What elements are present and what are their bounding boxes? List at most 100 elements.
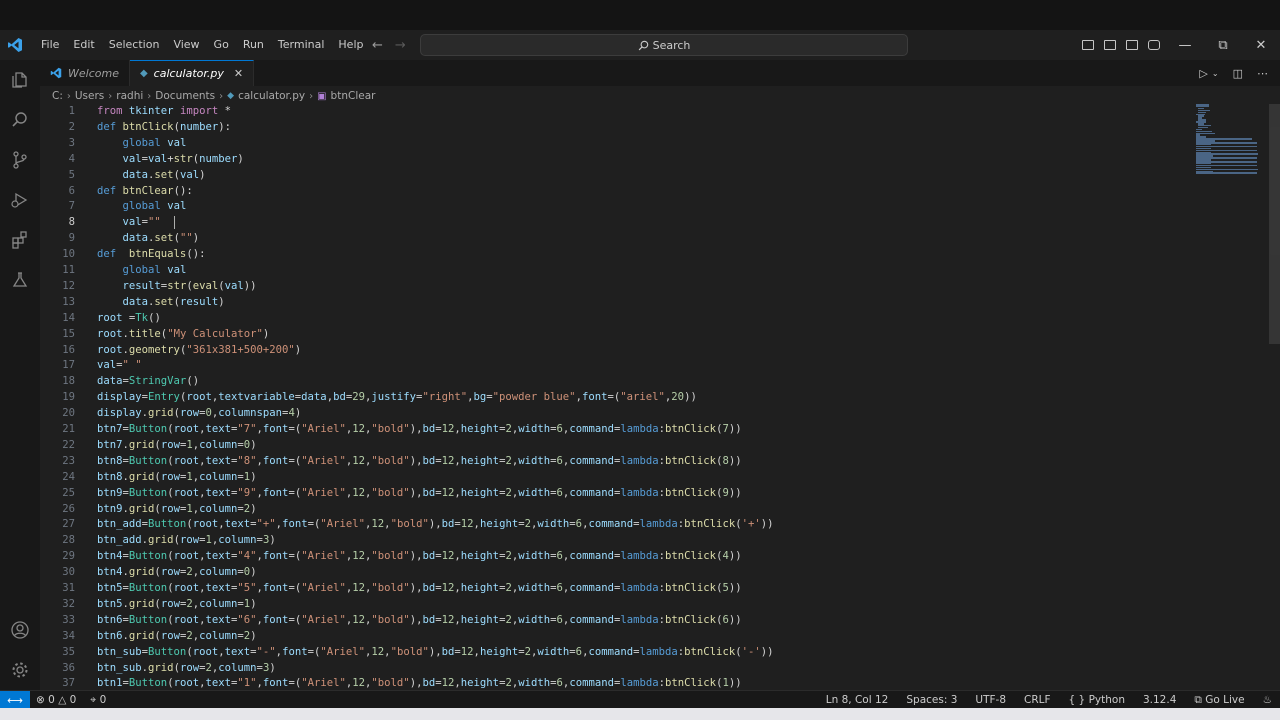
code-line[interactable]: 10 def btnEquals(): xyxy=(40,247,1190,263)
menu-edit[interactable]: Edit xyxy=(66,30,101,60)
tab-label: calculator.py xyxy=(153,67,224,80)
extensions-icon[interactable] xyxy=(0,220,40,260)
line-number: 24 xyxy=(62,470,75,483)
cursor-position[interactable]: Ln 8, Col 12 xyxy=(826,694,889,706)
code-line[interactable]: 16 root.geometry("361x381+500+200") xyxy=(40,343,1190,359)
more-actions-icon[interactable]: ⋯ xyxy=(1257,67,1268,80)
notifications-bell-icon[interactable]: ♨ xyxy=(1263,694,1272,706)
code-line[interactable]: 34 btn6.grid(row=2,column=2) xyxy=(40,629,1190,645)
split-editor-icon[interactable]: ◫ xyxy=(1233,67,1243,80)
indentation[interactable]: Spaces: 3 xyxy=(906,694,957,706)
code-line[interactable]: 35 btn_sub=Button(root,text="-",font=("Ar… xyxy=(40,645,1190,661)
code-line[interactable]: 13 data.set(result) xyxy=(40,295,1190,311)
run-dropdown-chevron-icon[interactable]: ⌄ xyxy=(1212,69,1219,78)
code-line[interactable]: 2 def btnClick(number): xyxy=(40,120,1190,136)
settings-gear-icon[interactable] xyxy=(0,650,40,690)
customize-layout-icon[interactable] xyxy=(1148,40,1160,50)
code-line[interactable]: 26 btn9.grid(row=1,column=2) xyxy=(40,502,1190,518)
accounts-icon[interactable] xyxy=(0,610,40,650)
explorer-icon[interactable] xyxy=(0,60,40,100)
braces-icon: { } xyxy=(1068,694,1086,706)
code-line[interactable]: 36 btn_sub.grid(row=2,column=3) xyxy=(40,661,1190,677)
problems-indicator[interactable]: ⊗ 0 △ 0 xyxy=(36,694,76,706)
python-version[interactable]: 3.12.4 xyxy=(1143,694,1176,706)
menu-help[interactable]: Help xyxy=(331,30,370,60)
forward-arrow-icon[interactable]: → xyxy=(395,38,406,53)
code-line[interactable]: 6 def btnClear(): xyxy=(40,184,1190,200)
code-line[interactable]: 14 root =Tk() xyxy=(40,311,1190,327)
source-control-icon[interactable] xyxy=(0,140,40,180)
breadcrumb-item[interactable]: btnClear xyxy=(331,90,376,102)
code-line[interactable]: 24 btn8.grid(row=1,column=1) xyxy=(40,470,1190,486)
close-window-icon[interactable]: ✕ xyxy=(1242,38,1280,53)
tab-welcome[interactable]: Welcome xyxy=(40,60,130,86)
code-editor[interactable]: 1 from tkinter import * 2 def btnClick(numb… xyxy=(40,104,1190,690)
code-line[interactable]: 30 btn4.grid(row=2,column=0) xyxy=(40,565,1190,581)
code-line[interactable]: 31 btn5=Button(root,text="5",font=("Ariel… xyxy=(40,581,1190,597)
code-line[interactable]: 37 btn1=Button(root,text="1",font=("Ariel… xyxy=(40,676,1190,690)
menu-selection[interactable]: Selection xyxy=(102,30,167,60)
code-line[interactable]: 22 btn7.grid(row=1,column=0) xyxy=(40,438,1190,454)
code-line[interactable]: 9 data.set("") xyxy=(40,231,1190,247)
remote-indicator-icon[interactable]: ⟷ xyxy=(0,691,30,709)
code-line[interactable]: 1 from tkinter import * xyxy=(40,104,1190,120)
vertical-scrollbar[interactable] xyxy=(1269,104,1280,344)
toggle-panel-icon[interactable] xyxy=(1104,40,1116,50)
end-of-line[interactable]: CRLF xyxy=(1024,694,1051,706)
menu-run[interactable]: Run xyxy=(236,30,271,60)
code-text: btn7.grid(row=1,column=0) xyxy=(97,438,257,451)
breadcrumb-item[interactable]: Users xyxy=(75,90,104,102)
restore-icon[interactable]: ⧉ xyxy=(1204,38,1242,53)
code-line[interactable]: 3 global val xyxy=(40,136,1190,152)
code-line[interactable]: 19 display=Entry(root,textvariable=data,b… xyxy=(40,390,1190,406)
go-live-button[interactable]: ⧉ Go Live xyxy=(1194,694,1244,707)
toggle-secondary-sidebar-icon[interactable] xyxy=(1126,40,1138,50)
code-line[interactable]: 28 btn_add.grid(row=1,column=3) xyxy=(40,533,1190,549)
testing-flask-icon[interactable] xyxy=(0,260,40,300)
menu-go[interactable]: Go xyxy=(207,30,236,60)
code-line[interactable]: 29 btn4=Button(root,text="4",font=("Ariel… xyxy=(40,549,1190,565)
menu-terminal[interactable]: Terminal xyxy=(271,30,332,60)
line-number: 15 xyxy=(62,327,75,340)
code-line[interactable]: 7 global val xyxy=(40,199,1190,215)
run-python-file-icon[interactable]: ▷ xyxy=(1199,67,1207,80)
code-line[interactable]: 25 btn9=Button(root,text="9",font=("Ariel… xyxy=(40,486,1190,502)
code-line[interactable]: 32 btn5.grid(row=2,column=1) xyxy=(40,597,1190,613)
search-label: Search xyxy=(652,38,691,52)
encoding[interactable]: UTF-8 xyxy=(975,694,1006,706)
code-line[interactable]: 17 val=" " xyxy=(40,358,1190,374)
close-tab-icon[interactable]: ✕ xyxy=(234,67,243,80)
search-view-icon[interactable] xyxy=(0,100,40,140)
menu-view[interactable]: View xyxy=(166,30,206,60)
code-line[interactable]: 11 global val xyxy=(40,263,1190,279)
run-debug-icon[interactable] xyxy=(0,180,40,220)
code-line[interactable]: 12 result=str(eval(val)) xyxy=(40,279,1190,295)
language-mode[interactable]: { } Python xyxy=(1069,694,1125,706)
code-line[interactable]: 18 data=StringVar() xyxy=(40,374,1190,390)
menu-file[interactable]: File xyxy=(34,30,66,60)
breadcrumb-item[interactable]: C: xyxy=(52,90,63,102)
breadcrumb-item[interactable]: Documents xyxy=(155,90,215,102)
breadcrumb-item[interactable]: radhi xyxy=(116,90,143,102)
code-line[interactable]: 20 display.grid(row=0,columnspan=4) xyxy=(40,406,1190,422)
line-number: 5 xyxy=(68,168,75,181)
code-line[interactable]: 21 btn7=Button(root,text="7",font=("Ariel… xyxy=(40,422,1190,438)
tab-calculator-py[interactable]: ◆ calculator.py ✕ xyxy=(129,60,255,86)
code-line[interactable]: 23 btn8=Button(root,text="8",font=("Ariel… xyxy=(40,454,1190,470)
code-line[interactable]: 33 btn6=Button(root,text="6",font=("Ariel… xyxy=(40,613,1190,629)
code-line[interactable]: 4 val=val+str(number) xyxy=(40,152,1190,168)
toggle-primary-sidebar-icon[interactable] xyxy=(1082,40,1094,50)
minimap-line xyxy=(1196,172,1257,174)
code-text: btn6=Button(root,text="6",font=("Ariel",… xyxy=(97,613,742,626)
code-line[interactable]: 15 root.title("My Calculator") xyxy=(40,327,1190,343)
code-line[interactable]: 27 btn_add=Button(root,text="+",font=("Ar… xyxy=(40,517,1190,533)
command-center-search[interactable]: Search xyxy=(420,34,908,56)
code-text: btn5.grid(row=2,column=1) xyxy=(97,597,257,610)
code-line[interactable]: 8 val="" xyxy=(40,215,1190,231)
code-line[interactable]: 5 data.set(val) xyxy=(40,168,1190,184)
minimap[interactable] xyxy=(1192,104,1262,174)
breadcrumb-item[interactable]: calculator.py xyxy=(238,90,305,102)
back-arrow-icon[interactable]: ← xyxy=(372,38,383,53)
ports-indicator[interactable]: ⌖ 0 xyxy=(90,694,106,707)
minimize-icon[interactable]: — xyxy=(1166,38,1204,53)
